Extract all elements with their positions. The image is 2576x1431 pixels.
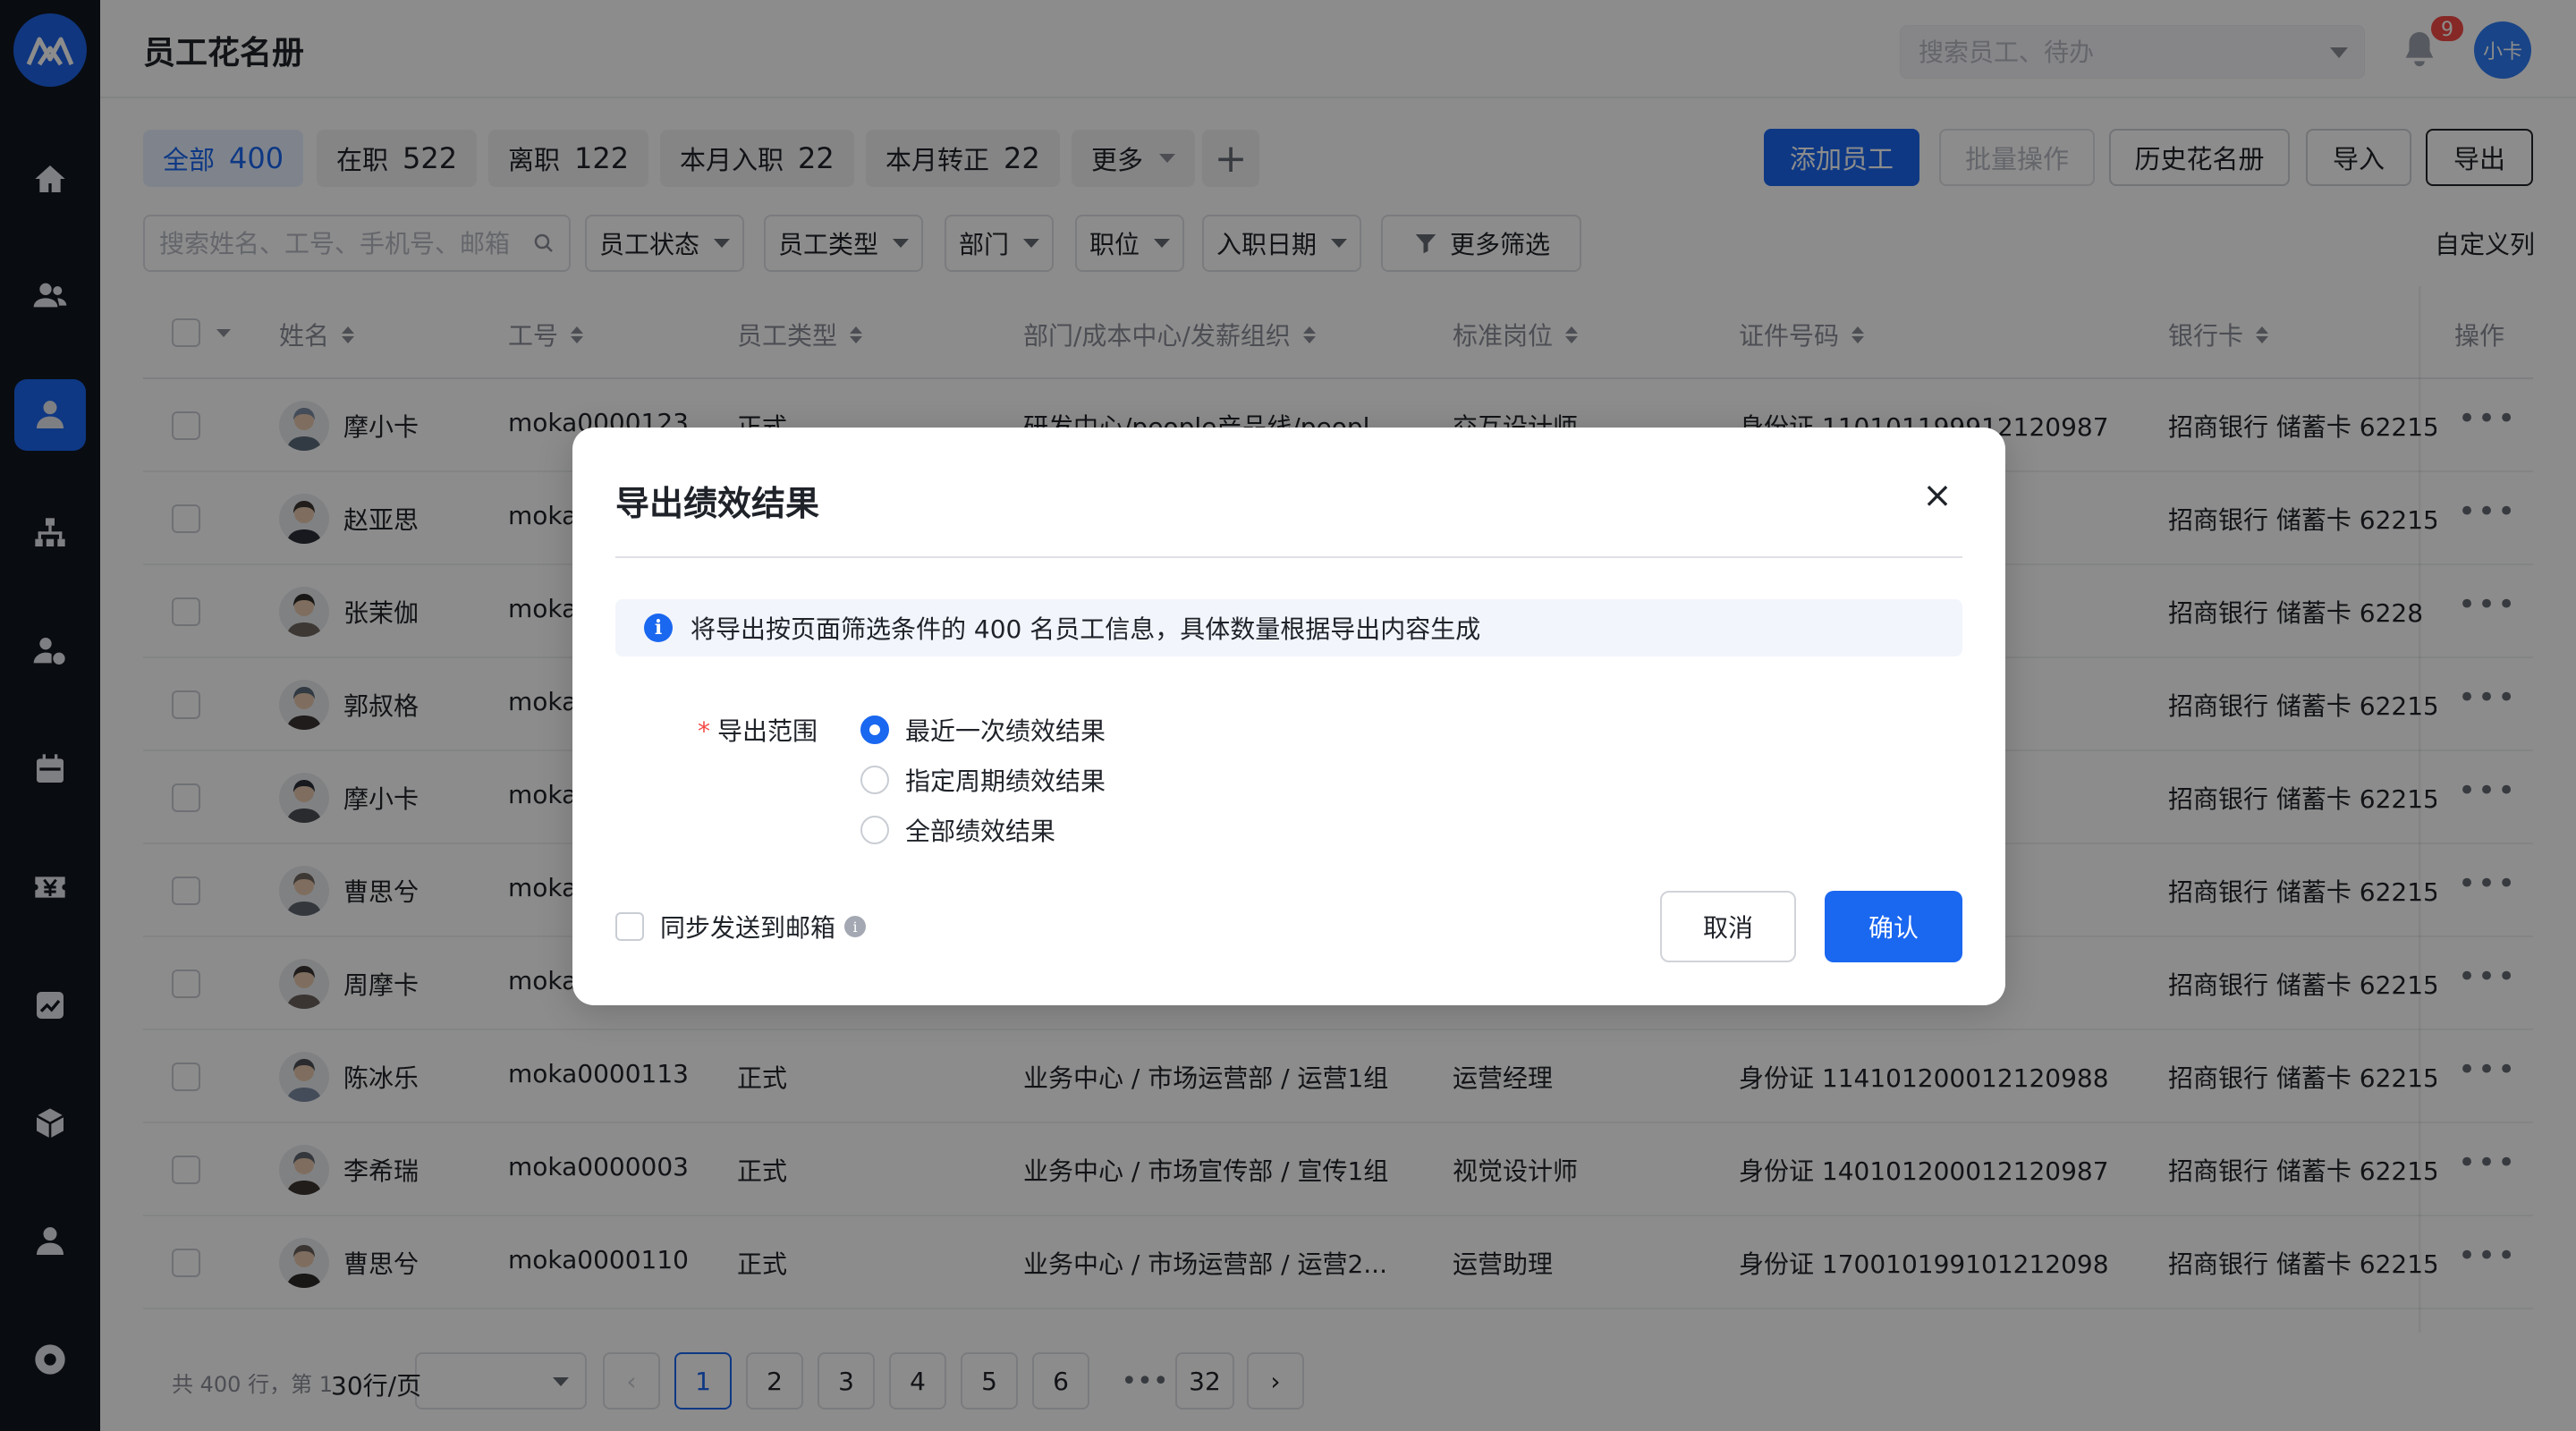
info-icon: i — [644, 614, 673, 642]
radio-specified-period[interactable]: 指定周期绩效结果 — [860, 762, 1106, 798]
export-performance-dialog: 导出绩效结果 × i 将导出按页面筛选条件的 400 名员工信息，具体数量根据导… — [572, 428, 2005, 1005]
info-text: 将导出按页面筛选条件的 400 名员工信息，具体数量根据导出内容生成 — [691, 614, 1481, 644]
radio-label: 全部绩效结果 — [905, 817, 1056, 846]
radio-label: 指定周期绩效结果 — [905, 766, 1106, 796]
radio-button[interactable] — [860, 716, 889, 744]
info-banner: i 将导出按页面筛选条件的 400 名员工信息，具体数量根据导出内容生成 — [615, 599, 1962, 656]
radio-button[interactable] — [860, 766, 889, 794]
sync-email-label: 同步发送到邮箱 — [660, 913, 836, 943]
required-mark: * — [698, 716, 710, 746]
cancel-button[interactable]: 取消 — [1660, 891, 1796, 962]
sync-email-checkbox[interactable] — [615, 912, 644, 941]
field-label: 导出范围 — [717, 716, 818, 746]
export-range-label: * 导出范围 — [698, 712, 818, 748]
sync-email-option[interactable]: 同步发送到邮箱 i — [615, 909, 867, 944]
divider — [615, 556, 1962, 558]
dialog-title: 导出绩效结果 — [615, 484, 820, 523]
radio-latest[interactable]: 最近一次绩效结果 — [860, 712, 1106, 748]
confirm-button[interactable]: 确认 — [1825, 891, 1962, 962]
close-icon[interactable]: × — [1914, 472, 1961, 519]
radio-button[interactable] — [860, 816, 889, 844]
radio-label: 最近一次绩效结果 — [905, 716, 1106, 746]
help-icon[interactable]: i — [844, 916, 867, 937]
radio-all[interactable]: 全部绩效结果 — [860, 812, 1055, 848]
